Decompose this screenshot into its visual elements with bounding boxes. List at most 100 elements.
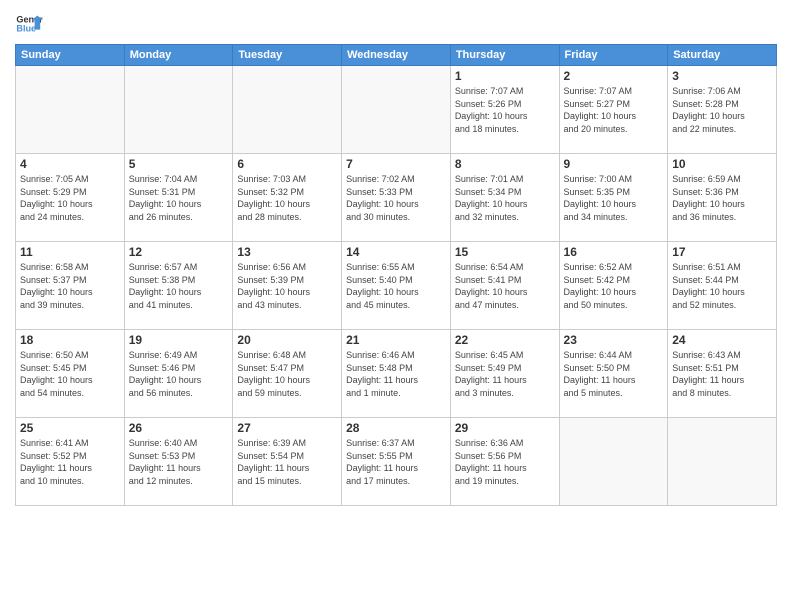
calendar-cell: 13 Sunrise: 6:56 AM Sunset: 5:39 PM Dayli… — [233, 242, 342, 330]
weekday-header-thursday: Thursday — [450, 45, 559, 66]
day-number: 22 — [455, 333, 555, 347]
calendar-cell: 25Sunrise: 6:41 AM Sunset: 5:52 PM Dayli… — [16, 418, 125, 506]
day-number: 27 — [237, 421, 337, 435]
calendar-cell: 27 Sunrise: 6:39 AM Sunset: 5:54 PM Dayli… — [233, 418, 342, 506]
calendar-cell: 5 Sunrise: 7:04 AM Sunset: 5:31 PM Daylig… — [124, 154, 233, 242]
day-info: Sunrise: 6:46 AM Sunset: 5:48 PM Dayligh… — [346, 349, 446, 399]
day-info: Sunrise: 7:02 AM Sunset: 5:33 PM Dayligh… — [346, 173, 446, 223]
logo: General Blue — [15, 10, 43, 38]
day-number: 4 — [20, 157, 120, 171]
day-info: Sunrise: 6:49 AM Sunset: 5:46 PM Dayligh… — [129, 349, 229, 399]
calendar-cell: 6 Sunrise: 7:03 AM Sunset: 5:32 PM Daylig… — [233, 154, 342, 242]
day-number: 2 — [564, 69, 664, 83]
day-info: Sunrise: 7:03 AM Sunset: 5:32 PM Dayligh… — [237, 173, 337, 223]
calendar-cell: 23 Sunrise: 6:44 AM Sunset: 5:50 PM Dayli… — [559, 330, 668, 418]
day-number: 23 — [564, 333, 664, 347]
weekday-header-monday: Monday — [124, 45, 233, 66]
day-number: 21 — [346, 333, 446, 347]
day-number: 20 — [237, 333, 337, 347]
calendar-cell: 29 Sunrise: 6:36 AM Sunset: 5:56 PM Dayli… — [450, 418, 559, 506]
calendar-cell: 4 Sunrise: 7:05 AM Sunset: 5:29 PM Daylig… — [16, 154, 125, 242]
calendar-cell: 12 Sunrise: 6:57 AM Sunset: 5:38 PM Dayli… — [124, 242, 233, 330]
calendar-cell: 22 Sunrise: 6:45 AM Sunset: 5:49 PM Dayli… — [450, 330, 559, 418]
day-info: Sunrise: 7:05 AM Sunset: 5:29 PM Dayligh… — [20, 173, 120, 223]
day-info: Sunrise: 6:58 AM Sunset: 5:37 PM Dayligh… — [20, 261, 120, 311]
calendar-cell: 1 Sunrise: 7:07 AM Sunset: 5:26 PM Daylig… — [450, 66, 559, 154]
page-header: General Blue — [15, 10, 777, 38]
day-info: Sunrise: 6:41 AM Sunset: 5:52 PM Dayligh… — [20, 437, 120, 487]
calendar-week-3: 11 Sunrise: 6:58 AM Sunset: 5:37 PM Dayli… — [16, 242, 777, 330]
day-info: Sunrise: 6:57 AM Sunset: 5:38 PM Dayligh… — [129, 261, 229, 311]
calendar-cell: 18 Sunrise: 6:50 AM Sunset: 5:45 PM Dayli… — [16, 330, 125, 418]
calendar-cell: 3Sunrise: 7:06 AM Sunset: 5:28 PM Daylig… — [668, 66, 777, 154]
day-info: Sunrise: 6:36 AM Sunset: 5:56 PM Dayligh… — [455, 437, 555, 487]
weekday-header-tuesday: Tuesday — [233, 45, 342, 66]
day-info: Sunrise: 6:43 AM Sunset: 5:51 PM Dayligh… — [672, 349, 772, 399]
day-info: Sunrise: 6:52 AM Sunset: 5:42 PM Dayligh… — [564, 261, 664, 311]
day-number: 1 — [455, 69, 555, 83]
day-number: 19 — [129, 333, 229, 347]
day-number: 5 — [129, 157, 229, 171]
day-number: 11 — [20, 245, 120, 259]
calendar-cell: 15 Sunrise: 6:54 AM Sunset: 5:41 PM Dayli… — [450, 242, 559, 330]
day-info: Sunrise: 6:45 AM Sunset: 5:49 PM Dayligh… — [455, 349, 555, 399]
calendar-cell — [559, 418, 668, 506]
day-number: 29 — [455, 421, 555, 435]
day-number: 28 — [346, 421, 446, 435]
calendar-cell: 26Sunrise: 6:40 AM Sunset: 5:53 PM Dayli… — [124, 418, 233, 506]
calendar-cell: 16 Sunrise: 6:52 AM Sunset: 5:42 PM Dayli… — [559, 242, 668, 330]
calendar-cell: 21 Sunrise: 6:46 AM Sunset: 5:48 PM Dayli… — [342, 330, 451, 418]
calendar-cell: 8Sunrise: 7:01 AM Sunset: 5:34 PM Daylig… — [450, 154, 559, 242]
calendar-cell — [233, 66, 342, 154]
calendar-cell — [342, 66, 451, 154]
day-info: Sunrise: 7:07 AM Sunset: 5:26 PM Dayligh… — [455, 85, 555, 135]
day-info: Sunrise: 6:59 AM Sunset: 5:36 PM Dayligh… — [672, 173, 772, 223]
day-number: 9 — [564, 157, 664, 171]
day-info: Sunrise: 6:44 AM Sunset: 5:50 PM Dayligh… — [564, 349, 664, 399]
day-info: Sunrise: 6:56 AM Sunset: 5:39 PM Dayligh… — [237, 261, 337, 311]
day-number: 6 — [237, 157, 337, 171]
calendar-cell: 20 Sunrise: 6:48 AM Sunset: 5:47 PM Dayli… — [233, 330, 342, 418]
day-info: Sunrise: 6:51 AM Sunset: 5:44 PM Dayligh… — [672, 261, 772, 311]
day-info: Sunrise: 7:00 AM Sunset: 5:35 PM Dayligh… — [564, 173, 664, 223]
calendar-week-2: 4 Sunrise: 7:05 AM Sunset: 5:29 PM Daylig… — [16, 154, 777, 242]
logo-icon: General Blue — [15, 10, 43, 38]
day-info: Sunrise: 7:06 AM Sunset: 5:28 PM Dayligh… — [672, 85, 772, 135]
calendar-week-5: 25Sunrise: 6:41 AM Sunset: 5:52 PM Dayli… — [16, 418, 777, 506]
day-number: 7 — [346, 157, 446, 171]
calendar-cell: 10Sunrise: 6:59 AM Sunset: 5:36 PM Dayli… — [668, 154, 777, 242]
calendar-cell: 11 Sunrise: 6:58 AM Sunset: 5:37 PM Dayli… — [16, 242, 125, 330]
day-number: 12 — [129, 245, 229, 259]
calendar-header-row: SundayMondayTuesdayWednesdayThursdayFrid… — [16, 45, 777, 66]
day-info: Sunrise: 7:07 AM Sunset: 5:27 PM Dayligh… — [564, 85, 664, 135]
day-info: Sunrise: 7:04 AM Sunset: 5:31 PM Dayligh… — [129, 173, 229, 223]
day-number: 17 — [672, 245, 772, 259]
calendar-cell — [124, 66, 233, 154]
day-number: 16 — [564, 245, 664, 259]
day-info: Sunrise: 6:48 AM Sunset: 5:47 PM Dayligh… — [237, 349, 337, 399]
weekday-header-friday: Friday — [559, 45, 668, 66]
calendar-body: 1 Sunrise: 7:07 AM Sunset: 5:26 PM Daylig… — [16, 66, 777, 506]
day-number: 26 — [129, 421, 229, 435]
calendar-cell: 14Sunrise: 6:55 AM Sunset: 5:40 PM Dayli… — [342, 242, 451, 330]
calendar-cell: 28 Sunrise: 6:37 AM Sunset: 5:55 PM Dayli… — [342, 418, 451, 506]
day-info: Sunrise: 6:37 AM Sunset: 5:55 PM Dayligh… — [346, 437, 446, 487]
calendar-cell: 24Sunrise: 6:43 AM Sunset: 5:51 PM Dayli… — [668, 330, 777, 418]
day-info: Sunrise: 6:54 AM Sunset: 5:41 PM Dayligh… — [455, 261, 555, 311]
calendar-cell: 7 Sunrise: 7:02 AM Sunset: 5:33 PM Daylig… — [342, 154, 451, 242]
calendar-cell — [16, 66, 125, 154]
day-number: 13 — [237, 245, 337, 259]
calendar-cell: 17 Sunrise: 6:51 AM Sunset: 5:44 PM Dayli… — [668, 242, 777, 330]
svg-text:Blue: Blue — [16, 24, 36, 34]
day-info: Sunrise: 6:39 AM Sunset: 5:54 PM Dayligh… — [237, 437, 337, 487]
calendar-week-4: 18 Sunrise: 6:50 AM Sunset: 5:45 PM Dayli… — [16, 330, 777, 418]
day-info: Sunrise: 6:50 AM Sunset: 5:45 PM Dayligh… — [20, 349, 120, 399]
day-number: 15 — [455, 245, 555, 259]
day-number: 18 — [20, 333, 120, 347]
day-info: Sunrise: 7:01 AM Sunset: 5:34 PM Dayligh… — [455, 173, 555, 223]
calendar-cell: 2 Sunrise: 7:07 AM Sunset: 5:27 PM Daylig… — [559, 66, 668, 154]
calendar-cell: 9 Sunrise: 7:00 AM Sunset: 5:35 PM Daylig… — [559, 154, 668, 242]
calendar-cell — [668, 418, 777, 506]
calendar-week-1: 1 Sunrise: 7:07 AM Sunset: 5:26 PM Daylig… — [16, 66, 777, 154]
day-number: 14 — [346, 245, 446, 259]
